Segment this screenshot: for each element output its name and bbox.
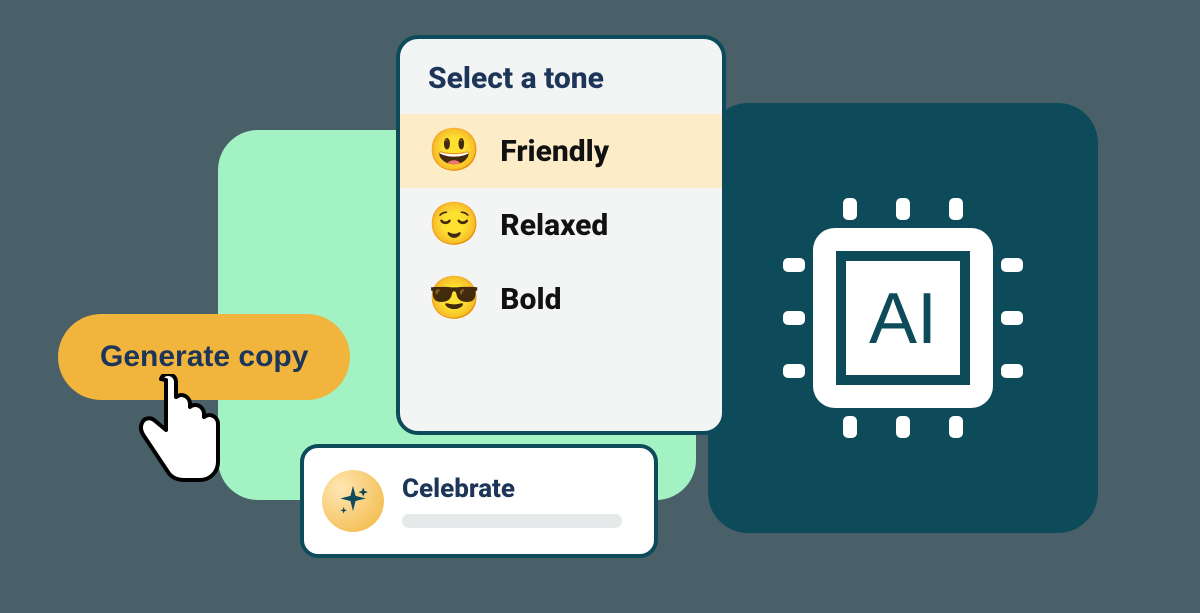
celebrate-label: Celebrate bbox=[402, 474, 636, 504]
sparkles-icon bbox=[322, 470, 384, 532]
celebrate-content: Celebrate bbox=[402, 474, 636, 528]
relieved-emoji-icon: 😌 bbox=[428, 204, 480, 246]
tone-option-friendly[interactable]: 😃 Friendly bbox=[400, 114, 722, 188]
celebrate-progress-placeholder bbox=[402, 514, 622, 528]
tone-option-bold[interactable]: 😎 Bold bbox=[400, 262, 722, 336]
ai-chip-icon: AI bbox=[753, 168, 1053, 468]
tone-option-label: Relaxed bbox=[500, 208, 608, 243]
ai-feature-card: AI bbox=[708, 103, 1098, 533]
sunglasses-emoji-icon: 😎 bbox=[428, 278, 480, 320]
svg-text:AI: AI bbox=[869, 279, 937, 359]
celebrate-card[interactable]: Celebrate bbox=[300, 444, 658, 558]
tone-option-label: Bold bbox=[500, 282, 561, 317]
tone-option-label: Friendly bbox=[500, 134, 609, 169]
cursor-pointer-icon bbox=[128, 374, 223, 484]
smile-emoji-icon: 😃 bbox=[428, 130, 480, 172]
tone-selector-panel: Select a tone 😃 Friendly 😌 Relaxed 😎 Bol… bbox=[396, 35, 726, 435]
tone-panel-title: Select a tone bbox=[400, 61, 722, 114]
tone-option-relaxed[interactable]: 😌 Relaxed bbox=[400, 188, 722, 262]
